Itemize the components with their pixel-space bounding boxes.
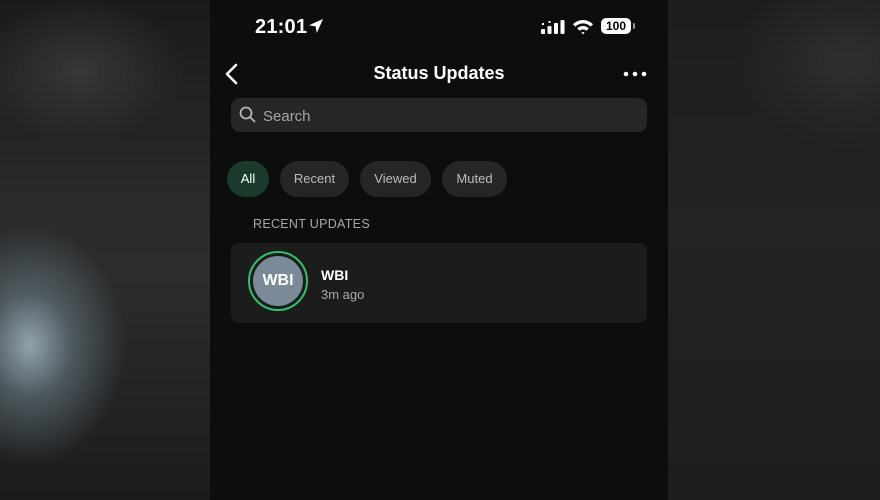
search-bar[interactable]: [231, 98, 647, 134]
filter-chip-viewed[interactable]: Viewed: [360, 161, 431, 197]
filter-chip-muted[interactable]: Muted: [442, 161, 507, 197]
wifi-icon: [573, 19, 593, 35]
search-icon: [239, 106, 256, 123]
phone-screen: 21:01 100 Status Updates All Recent View…: [210, 0, 668, 500]
blurred-background-left: [0, 0, 210, 500]
status-update-item[interactable]: WBI WBI 3m ago: [231, 243, 647, 323]
more-options-button[interactable]: [622, 66, 648, 82]
avatar: WBI: [253, 256, 303, 306]
search-input[interactable]: [261, 98, 635, 134]
battery-indicator: 100: [601, 18, 635, 34]
cellular-signal-icon: [541, 20, 565, 34]
filter-chip-all[interactable]: All: [227, 161, 269, 197]
location-arrow-icon: [309, 19, 323, 33]
status-bar-time: 21:01: [255, 16, 308, 38]
update-timestamp: 3m ago: [321, 287, 365, 302]
section-header-recent-updates: RECENT UPDATES: [253, 217, 370, 231]
page-title: Status Updates: [373, 63, 505, 83]
status-ring: WBI: [248, 251, 308, 311]
blurred-background-right: [668, 0, 880, 500]
filter-chip-recent[interactable]: Recent: [280, 161, 349, 197]
update-contact-name: WBI: [321, 267, 349, 283]
